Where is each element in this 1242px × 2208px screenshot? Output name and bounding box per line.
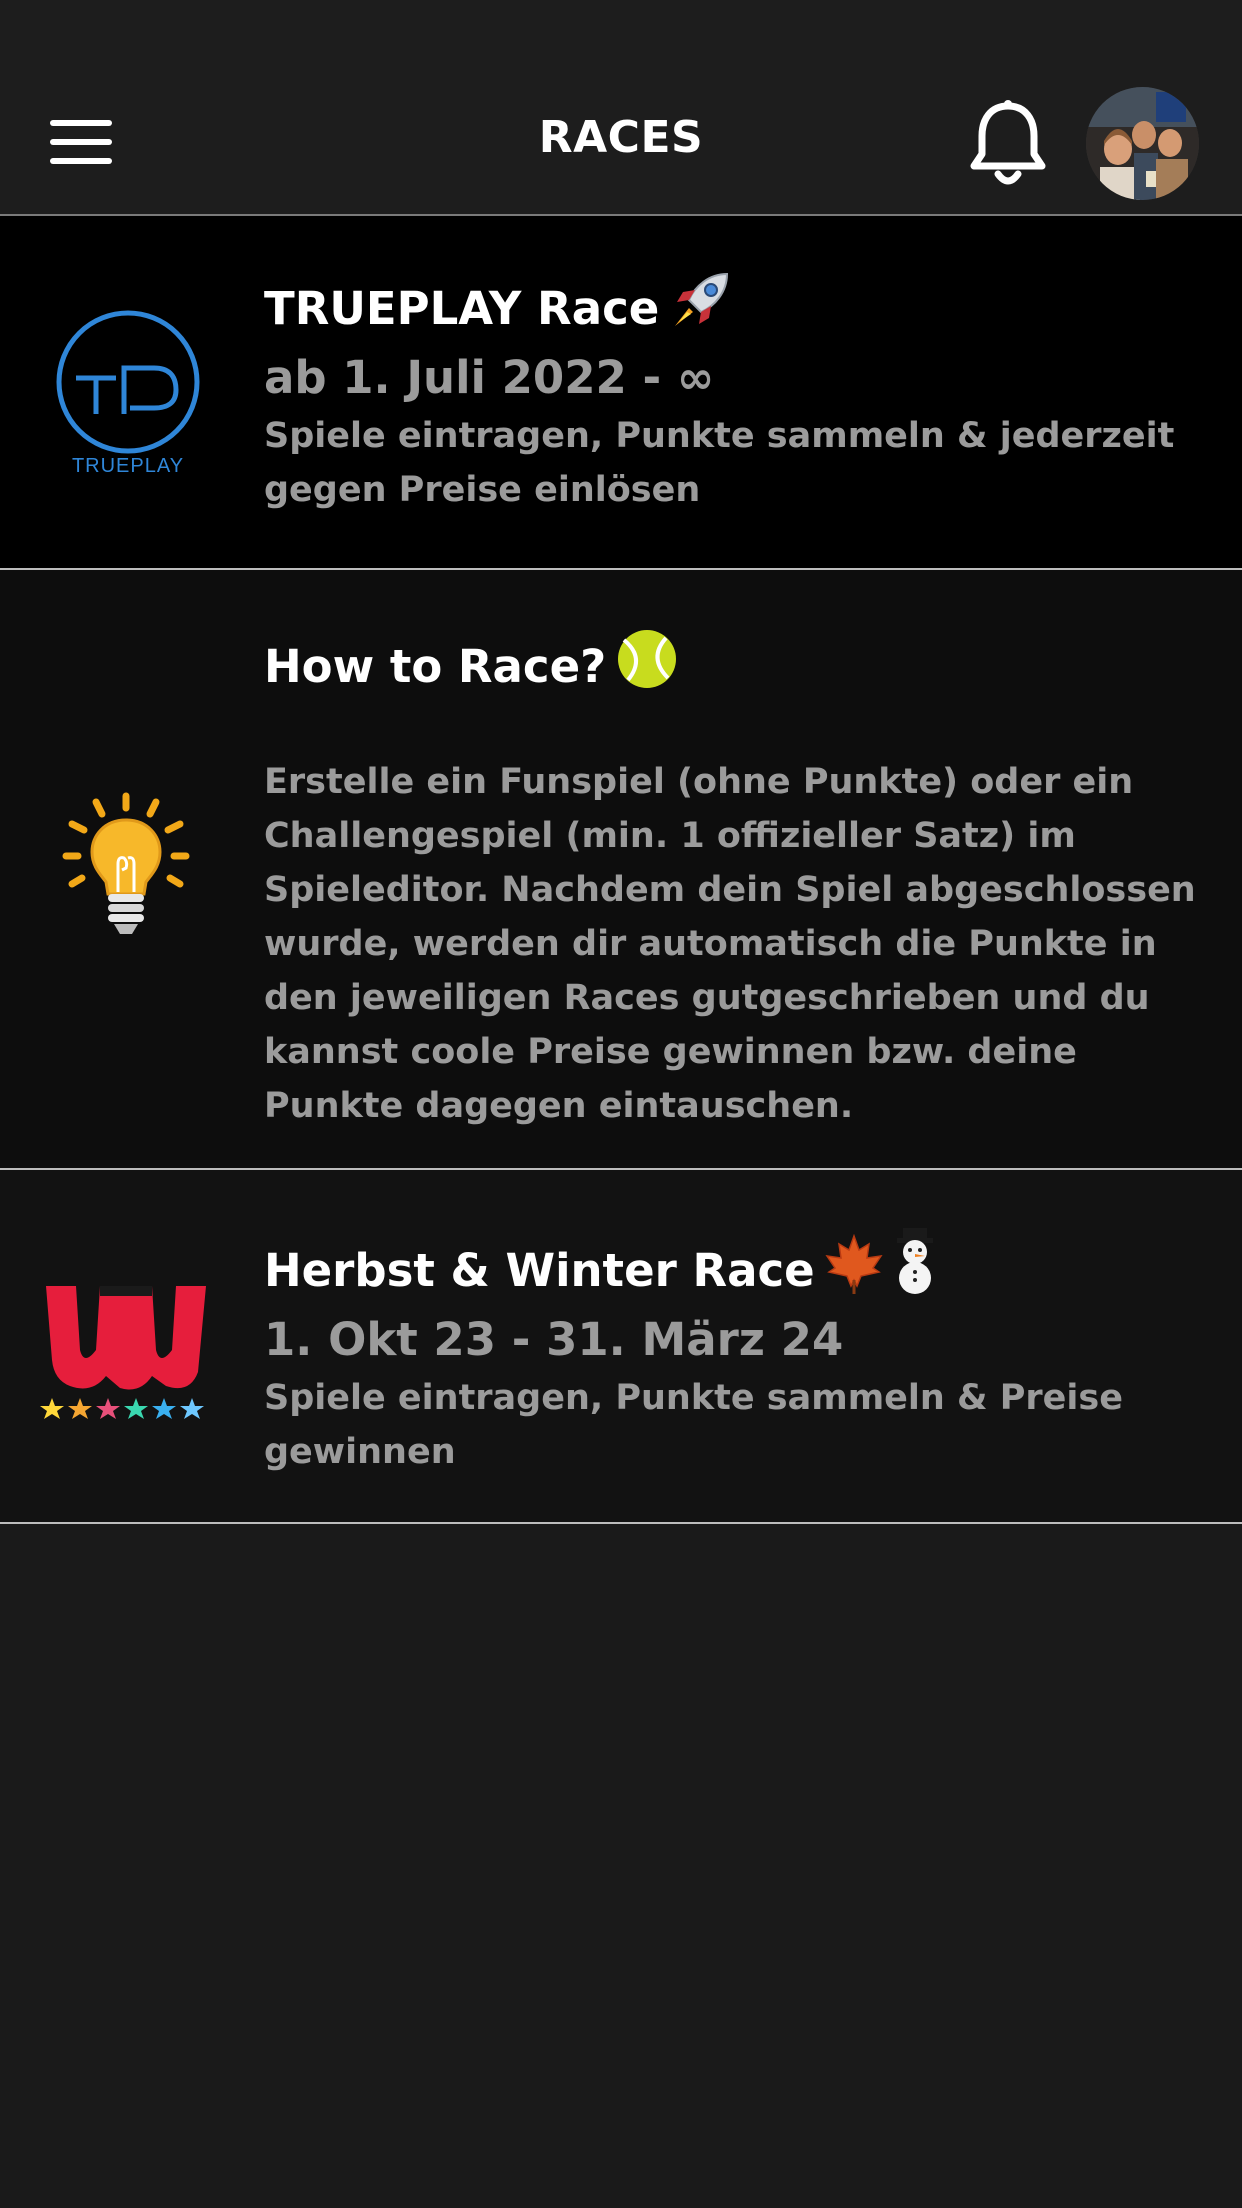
top-app-bar: RACES bbox=[0, 0, 1242, 216]
snowman-icon bbox=[887, 1228, 943, 1309]
rocket-icon bbox=[669, 268, 733, 347]
race-date-range: ab 1. Juli 2022 - ∞ bbox=[264, 351, 715, 404]
trueplay-logo: TRUEPLAY bbox=[46, 308, 210, 478]
page-title: RACES bbox=[538, 112, 704, 163]
race-title: TRUEPLAY Race bbox=[264, 268, 1214, 347]
race-card-text: TRUEPLAY Race ab 1. Juli 2022 - ∞ Spiele… bbox=[264, 268, 1214, 517]
stars-icon bbox=[40, 1398, 204, 1419]
race-card-how-to[interactable]: How to Race? Erstelle ein Funspiel (ohne… bbox=[0, 570, 1242, 1170]
tennis-ball-icon bbox=[616, 628, 678, 705]
lightbulb-icon bbox=[62, 792, 190, 942]
race-card-text: Herbst & Winter Race 1. Okt 23 - 31. Mär… bbox=[264, 1228, 1214, 1479]
race-card-trueplay[interactable]: TRUEPLAY TRUEPLAY Race ab 1. Juli 2022 -… bbox=[0, 216, 1242, 570]
race-description: Spiele eintragen, Punkte sammeln & Preis… bbox=[264, 1378, 1123, 1472]
bell-icon[interactable] bbox=[966, 98, 1050, 188]
user-avatar[interactable] bbox=[1086, 87, 1199, 200]
race-title: How to Race? bbox=[264, 628, 1214, 705]
race-description: Spiele eintragen, Punkte sammeln & jeder… bbox=[264, 416, 1175, 510]
maple-leaf-icon bbox=[825, 1233, 883, 1309]
wilson-logo bbox=[40, 1276, 212, 1426]
race-card-herbst-winter[interactable]: Herbst & Winter Race 1. Okt 23 - 31. Mär… bbox=[0, 1170, 1242, 1524]
race-description: Erstelle ein Funspiel (ohne Punkte) oder… bbox=[264, 762, 1196, 1126]
race-date-range: 1. Okt 23 - 31. März 24 bbox=[264, 1313, 844, 1366]
trueplay-logo-text: TRUEPLAY bbox=[72, 455, 184, 477]
races-screen: RACES TRUEPLAY TRUEPLAY Race ab 1. Juli … bbox=[0, 0, 1242, 2208]
race-title: Herbst & Winter Race bbox=[264, 1228, 1214, 1309]
race-card-text: How to Race? Erstelle ein Funspiel (ohne… bbox=[264, 628, 1214, 1133]
